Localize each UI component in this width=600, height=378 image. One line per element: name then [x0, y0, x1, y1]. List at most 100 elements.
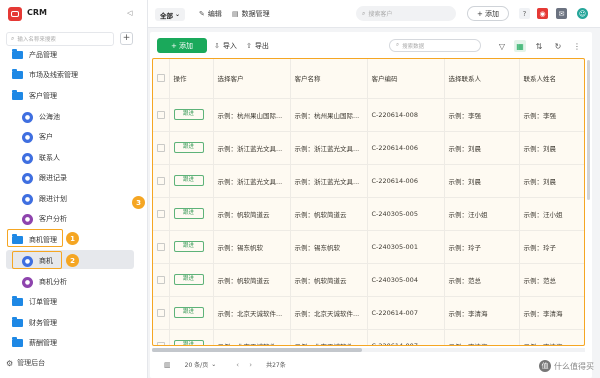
- avatar[interactable]: ☺: [577, 8, 588, 19]
- table-cell[interactable]: 示例：帆软简道云: [213, 197, 291, 231]
- table-cell[interactable]: 示例：浙江蓝光文具...: [290, 131, 368, 165]
- row-checkbox-cell[interactable]: [152, 98, 170, 132]
- table-cell[interactable]: 示例：刘晨: [519, 164, 585, 198]
- sidebar-item[interactable]: ● 公海池: [22, 108, 60, 126]
- row-checkbox-cell[interactable]: [152, 329, 170, 346]
- row-checkbox[interactable]: [157, 143, 165, 152]
- sidebar-item[interactable]: ● 联系人: [22, 149, 60, 167]
- row-checkbox[interactable]: [157, 275, 165, 284]
- notification-icon[interactable]: ◉: [537, 8, 548, 19]
- table-cell[interactable]: 示例：汪小姐: [519, 197, 585, 231]
- table-cell[interactable]: C-240305-004: [367, 263, 445, 297]
- sidebar-search-input[interactable]: ⌕ 输入名称来搜索: [6, 32, 114, 46]
- follow-up-button[interactable]: 跟进: [173, 340, 204, 346]
- table-cell[interactable]: 示例：李清海: [519, 296, 585, 330]
- column-header[interactable]: 客户名称: [290, 58, 368, 99]
- table-row[interactable]: 跟进 示例：锡东帆软 示例：锡东帆软 C-240305-001 示例：玲子 示例：玲子: [152, 230, 585, 264]
- table-row[interactable]: 跟进 示例：浙江蓝光文具... 示例：浙江蓝光文具... C-220614-006 示例…: [152, 164, 585, 198]
- message-icon[interactable]: ✉: [556, 8, 567, 19]
- follow-up-button[interactable]: 跟进: [173, 109, 204, 120]
- row-checkbox-cell[interactable]: [152, 131, 170, 165]
- select-all-checkbox[interactable]: [157, 73, 165, 82]
- table-cell[interactable]: 示例：李强: [444, 98, 520, 132]
- more-options-icon[interactable]: ⋮: [571, 40, 583, 52]
- table-cell[interactable]: 示例：刘晨: [444, 164, 520, 198]
- sidebar-item[interactable]: 客户管理: [12, 87, 57, 105]
- row-checkbox[interactable]: [157, 242, 165, 251]
- table-cell[interactable]: 示例：锡东帆软: [290, 230, 368, 264]
- vertical-scroll-thumb[interactable]: [587, 60, 590, 200]
- table-cell[interactable]: 示例：浙江蓝光文具...: [290, 164, 368, 198]
- table-cell[interactable]: 示例：汪小姐: [444, 197, 520, 231]
- row-checkbox-cell[interactable]: [152, 164, 170, 198]
- filter-icon[interactable]: ▽: [496, 40, 508, 52]
- refresh-icon[interactable]: ↻: [552, 40, 564, 52]
- sidebar-item[interactable]: 市场及线索管理: [12, 66, 78, 84]
- row-checkbox[interactable]: [157, 176, 165, 185]
- follow-up-button[interactable]: 跟进: [173, 241, 204, 252]
- import-button[interactable]: ⇩ 导入: [214, 41, 237, 51]
- table-row[interactable]: 跟进 示例：帆软简道云 示例：帆软简道云 C-240305-004 示例：范总 示例：范总: [152, 263, 585, 297]
- customer-search-input[interactable]: ⌕ 搜索客户: [356, 6, 456, 21]
- table-cell[interactable]: 示例：范总: [444, 263, 520, 297]
- table-cell[interactable]: 示例：帆软简道云: [290, 263, 368, 297]
- row-checkbox-cell[interactable]: [152, 197, 170, 231]
- table-cell[interactable]: 示例：北京天诚软件...: [290, 296, 368, 330]
- table-cell[interactable]: 示例：范总: [519, 263, 585, 297]
- table-cell[interactable]: 示例：北京天诚软件...: [213, 296, 291, 330]
- column-header[interactable]: 客户编码: [367, 58, 445, 99]
- follow-up-button[interactable]: 跟进: [173, 142, 204, 153]
- sidebar-item[interactable]: ● 商机分析: [22, 273, 67, 291]
- table-cell[interactable]: 示例：李强: [519, 98, 585, 132]
- table-cell[interactable]: C-240305-001: [367, 230, 445, 264]
- table-cell[interactable]: 示例：玲子: [444, 230, 520, 264]
- sidebar-item[interactable]: ● 跟进计划: [22, 190, 67, 208]
- row-checkbox[interactable]: [157, 209, 165, 218]
- table-cell[interactable]: C-220614-006: [367, 131, 445, 165]
- table-cell[interactable]: 示例：刘晨: [444, 131, 520, 165]
- follow-up-button[interactable]: 跟进: [173, 307, 204, 318]
- table-cell[interactable]: 示例：刘晨: [519, 131, 585, 165]
- row-checkbox-cell[interactable]: [152, 296, 170, 330]
- data-search-input[interactable]: ⌕ 搜索数据: [389, 39, 481, 52]
- column-settings-icon[interactable]: ▥: [164, 361, 171, 369]
- follow-up-button[interactable]: 跟进: [173, 208, 204, 219]
- row-checkbox[interactable]: [157, 341, 165, 346]
- table-cell[interactable]: 示例：锡东帆软: [213, 230, 291, 264]
- follow-up-button[interactable]: 跟进: [173, 175, 204, 186]
- table-cell[interactable]: 示例：帆软简道云: [213, 263, 291, 297]
- sidebar-item[interactable]: 薪酬管理: [12, 334, 57, 352]
- sort-icon[interactable]: ⇅: [533, 40, 545, 52]
- sidebar-item[interactable]: ● 跟进记录: [22, 169, 67, 187]
- table-cell[interactable]: C-220614-007: [367, 296, 445, 330]
- row-checkbox[interactable]: [157, 110, 165, 119]
- table-cell[interactable]: 示例：北京天诚软件...: [290, 329, 368, 346]
- sidebar-item[interactable]: ● 客户: [22, 128, 53, 146]
- table-cell[interactable]: 示例：杭州果山国际...: [213, 98, 291, 132]
- table-row[interactable]: 跟进 示例：帆软简道云 示例：帆软简道云 C-240305-005 示例：汪小姐 示例：汪…: [152, 197, 585, 231]
- sidebar-add-button[interactable]: +: [120, 32, 133, 45]
- table-cell[interactable]: C-220614-007: [367, 329, 445, 346]
- column-header[interactable]: 联系人姓名: [519, 58, 585, 99]
- table-cell[interactable]: 示例：帆软简道云: [290, 197, 368, 231]
- column-header[interactable]: 选择联系人: [444, 58, 520, 99]
- table-cell[interactable]: 示例：李清海: [519, 329, 585, 346]
- select-all-checkbox-cell[interactable]: [152, 58, 170, 99]
- table-cell[interactable]: 示例：北京天诚软件...: [213, 329, 291, 346]
- column-header[interactable]: 选择客户: [213, 58, 291, 99]
- data-management-button[interactable]: ▤ 数据管理: [232, 9, 270, 19]
- admin-settings-link[interactable]: ⚙ 管理后台: [6, 358, 45, 368]
- sidebar-item[interactable]: 订单管理: [12, 293, 57, 311]
- collapse-sidebar-icon[interactable]: ◁: [127, 9, 132, 17]
- row-checkbox[interactable]: [157, 308, 165, 317]
- row-checkbox-cell[interactable]: [152, 263, 170, 297]
- view-toggle-icon[interactable]: ▦: [514, 40, 526, 52]
- table-cell[interactable]: 示例：李清海: [444, 296, 520, 330]
- table-cell[interactable]: 示例：李清海: [444, 329, 520, 346]
- page-nav-arrows[interactable]: ‹ ›: [236, 361, 256, 369]
- table-row[interactable]: 跟进 示例：浙江蓝光文具... 示例：浙江蓝光文具... C-220614-006 示例…: [152, 131, 585, 165]
- table-cell[interactable]: 示例：浙江蓝光文具...: [213, 131, 291, 165]
- edit-button[interactable]: ✎ 编辑: [199, 9, 222, 19]
- column-header[interactable]: 操作: [169, 58, 214, 99]
- table-row[interactable]: 跟进示例：北京天诚软件...示例：北京天诚软件...C-220614-007示例…: [152, 329, 585, 346]
